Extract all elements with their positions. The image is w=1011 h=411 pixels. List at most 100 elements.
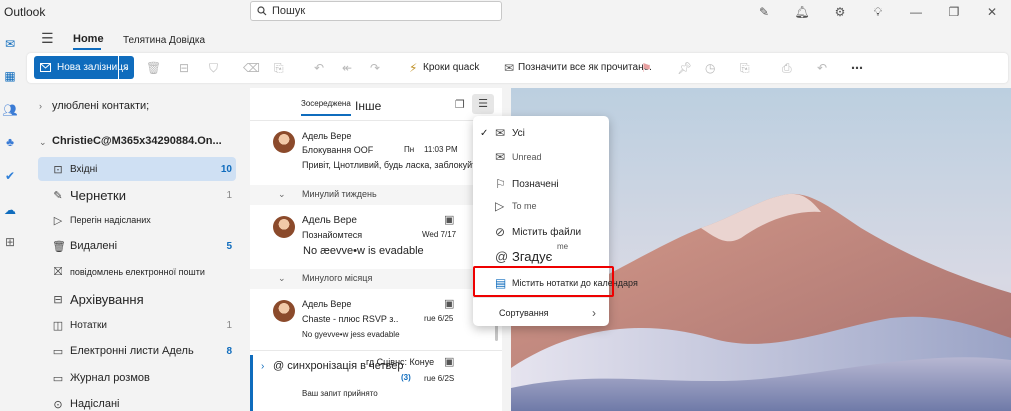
gear-icon[interactable]: ⚙ xyxy=(821,5,859,19)
report-icon[interactable]: ⛉ xyxy=(209,61,218,76)
mention-icon: @ xyxy=(495,248,509,264)
reply-all-icon[interactable]: ↞ xyxy=(342,61,352,75)
undo-icon[interactable]: ↶ xyxy=(314,61,324,75)
filter-mentions[interactable]: @ Згадує me xyxy=(473,242,609,266)
filter-flagged[interactable]: ⚐ Позначені xyxy=(473,175,609,193)
unread-count: 10 xyxy=(220,163,232,175)
todo-icon[interactable]: ✔ xyxy=(2,168,18,184)
folder-sent[interactable]: ⊙ Надіслані xyxy=(38,392,236,411)
folder-archive[interactable]: ⊟ Архівування xyxy=(38,287,236,311)
forward-icon[interactable]: ↷ xyxy=(370,61,380,75)
sort-submenu[interactable]: Сортування › xyxy=(473,306,609,320)
message-sender[interactable]: Адель Вере xyxy=(302,299,351,309)
thread-count: (3) xyxy=(401,373,411,382)
message-time: Wed 7/17 xyxy=(422,230,457,239)
search-input[interactable]: Пошук xyxy=(250,1,502,21)
favorites-header[interactable]: улюблені контакти; xyxy=(52,100,149,112)
onedrive-icon[interactable]: ☁ xyxy=(2,202,18,218)
apps-icon[interactable]: ⊞ xyxy=(2,234,18,250)
message-preview: No gyevve•w jess evadable xyxy=(302,330,400,339)
more-icon[interactable]: ⋯ xyxy=(851,61,863,75)
select-icon[interactable]: ❐ xyxy=(455,98,465,111)
people-icon[interactable]: 👥︎ xyxy=(2,102,18,118)
folder-label: Вхідні xyxy=(70,163,98,175)
folder-notes[interactable]: ◫ Нотатки 1 xyxy=(38,313,236,337)
quicksteps-button[interactable]: Кроки quack xyxy=(423,62,479,73)
new-mail-button[interactable]: Нова залізниця ⌄ xyxy=(34,56,134,79)
send-icon: ▷ xyxy=(53,214,63,227)
move-icon[interactable]: ⎘ xyxy=(274,61,284,76)
tab-view-help[interactable]: Телятина Довідка xyxy=(123,35,205,46)
calendar-icon[interactable]: ▦ xyxy=(2,68,18,84)
snooze-icon[interactable]: ◷ xyxy=(705,61,715,75)
folder-sent-filter[interactable]: ▷ Перегін надісланих xyxy=(38,208,236,232)
flag-icon[interactable]: ⚑ xyxy=(641,61,652,75)
filter-all[interactable]: ✓ ✉ Усі xyxy=(473,124,609,142)
mail-icon[interactable]: ✉ xyxy=(2,36,18,52)
junk-icon: ⛝ xyxy=(53,265,63,278)
delete-icon[interactable]: 🗑︎ xyxy=(146,61,161,75)
filter-button[interactable]: ☰ xyxy=(472,94,494,114)
rules-icon[interactable]: ⎘ xyxy=(740,61,750,76)
filter-all-label: Усі xyxy=(512,127,525,139)
archive-icon[interactable]: ⊟ xyxy=(179,61,189,75)
chevron-down-icon[interactable]: ⌄ xyxy=(39,137,47,148)
chevron-right-icon[interactable]: › xyxy=(261,361,264,372)
message-subject[interactable]: гд Сцівнс: Конуе xyxy=(366,357,434,367)
mark-all-read-button[interactable]: Позначити все як прочитане. xyxy=(518,62,652,73)
group-label: Минулий тиждень xyxy=(302,189,377,199)
group-header-last-month[interactable]: ⌄ Минулого місяця xyxy=(250,269,502,289)
filter-has-files-label: Містить файли xyxy=(512,226,582,238)
pin-icon[interactable]: 📌︎ xyxy=(677,61,692,75)
filter-to-me[interactable]: ▷ To me xyxy=(473,197,609,215)
message-sender[interactable]: Адель Вере xyxy=(302,215,357,226)
filter-has-files[interactable]: ⊘ Містить файли xyxy=(473,223,609,241)
chevron-down-icon[interactable]: ⌄ xyxy=(118,56,134,79)
close-icon[interactable]: ✕ xyxy=(973,5,1011,19)
minimize-icon[interactable]: — xyxy=(897,5,935,19)
hamburger-icon[interactable]: ☰ xyxy=(41,30,54,47)
unread-count: 1 xyxy=(226,319,232,331)
print-icon[interactable]: ⎙ xyxy=(782,61,792,76)
undo2-icon[interactable]: ↶ xyxy=(817,61,827,75)
sweep-icon[interactable]: ⌫ xyxy=(243,61,260,75)
unread-count: 1 xyxy=(226,189,232,201)
search-placeholder: Пошук xyxy=(272,5,306,17)
message-time: rue 6/25 xyxy=(424,314,454,323)
message-time: 11:03 PM xyxy=(424,145,458,154)
message-sender[interactable]: Адель Вере xyxy=(302,131,351,141)
folder-drafts[interactable]: ✎ Чернетки 1 xyxy=(38,183,236,207)
folder-deleted[interactable]: 🗑︎ Видалені 5 xyxy=(38,234,236,258)
filter-unread[interactable]: ✉ Unread xyxy=(473,148,609,166)
attachment-icon: ⊘ xyxy=(495,225,506,239)
folder-label: Нотатки xyxy=(70,319,107,331)
trash-icon: 🗑︎ xyxy=(52,240,66,253)
tab-home[interactable]: Home xyxy=(73,33,104,45)
divider xyxy=(250,350,502,351)
tab-other[interactable]: Інше xyxy=(355,99,381,113)
folder-label: Архівування xyxy=(70,291,144,307)
edit-icon[interactable]: ✎ xyxy=(745,5,783,19)
chevron-right-icon[interactable]: › xyxy=(39,101,42,111)
folder-junk[interactable]: ⛝ повідомлень електронної пошти xyxy=(38,260,236,284)
groups-icon[interactable]: ♣ xyxy=(2,134,18,150)
filter-to-me-label: To me xyxy=(512,201,537,211)
message-subject[interactable]: Познайомтеся xyxy=(302,230,362,240)
lightbulb-icon[interactable]: 💡︎ xyxy=(859,5,897,20)
message-subject[interactable]: Chaste - плюс RSVP з.. xyxy=(302,314,398,324)
unread-count: 5 xyxy=(226,240,232,252)
folder-adele-mails[interactable]: ▭ Електронні листи Адель 8 xyxy=(38,339,236,363)
filter-unread-label: Unread xyxy=(512,152,542,162)
account-header[interactable]: ChristieC@M365x34290884.On... xyxy=(52,135,222,147)
restore-icon[interactable]: ❐ xyxy=(935,5,973,19)
folder-conversation-history[interactable]: ▭ Журнал розмов xyxy=(38,366,236,390)
tab-focused[interactable]: Зосереджена xyxy=(301,99,351,108)
filter-mentions-suffix: me xyxy=(557,242,569,251)
bell-icon[interactable]: 🔔︎ xyxy=(783,5,821,19)
folder-inbox[interactable]: ⊡ Вхідні 10 xyxy=(38,157,236,181)
lightning-icon[interactable]: ⚡︎ xyxy=(409,61,417,75)
group-header-last-week[interactable]: ⌄ Минулий тиждень xyxy=(250,185,502,205)
send-icon: ▷ xyxy=(495,199,505,213)
message-subject[interactable]: Блокування OOF xyxy=(302,145,373,155)
folder-label: Електронні листи Адель xyxy=(70,345,194,357)
